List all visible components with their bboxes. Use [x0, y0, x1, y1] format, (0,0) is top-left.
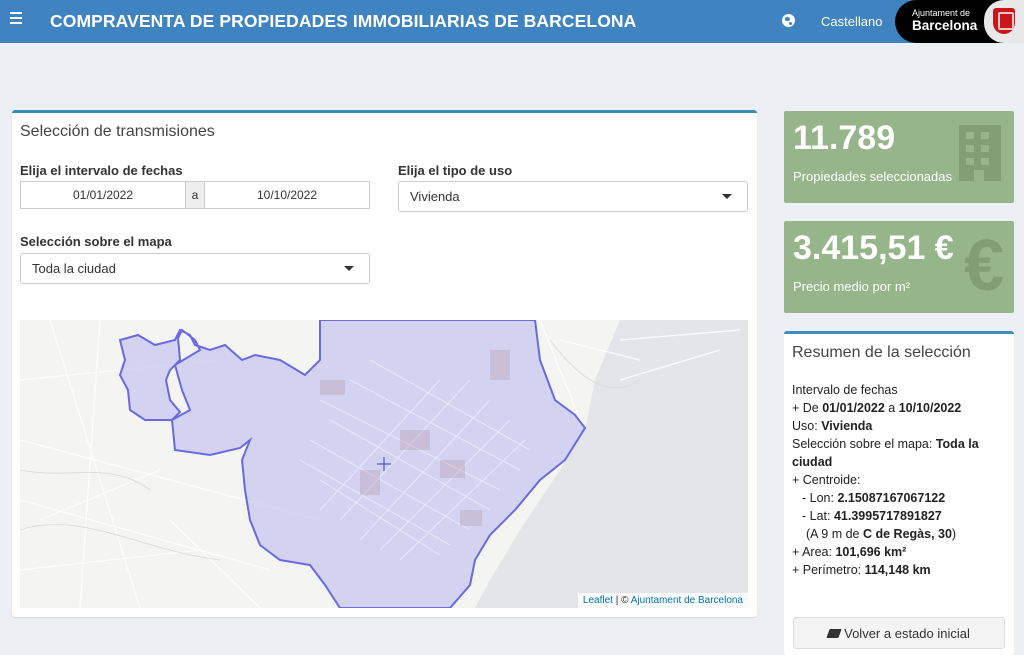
summary-panel: Resumen de la selección Intervalo de fec… [784, 331, 1014, 655]
summary-title: Resumen de la selección [792, 344, 971, 361]
page-title: COMPRAVENTA DE PROPIEDADES IMMOBILIARIAS… [50, 11, 637, 31]
reset-label: Volver a estado inicial [844, 625, 970, 641]
map-selection-label: Selección sobre el mapa [20, 234, 172, 249]
map-view[interactable]: Leaflet | © Ajuntament de Barcelona [20, 320, 748, 608]
lat-value: 41.3995717891827 [833, 509, 942, 523]
building-icon [959, 125, 1001, 181]
interval-range: + De 01/01/2022 a 10/10/2022 [792, 401, 962, 415]
date-range-label: Elija el intervalo de fechas [20, 163, 183, 178]
centroid-lat: - Lat: 41.3995717891827 [802, 509, 942, 523]
use-summary: Uso: Vivienda [792, 419, 873, 433]
date-to-input[interactable]: 10/10/2022 [205, 182, 369, 208]
selection-title: Selección de transmisiones [20, 123, 215, 140]
selection-panel: Selección de transmisiones Elija el inte… [12, 110, 757, 617]
centroid-address: (A 9 m de C de Regàs, 30) [806, 527, 957, 541]
map-canvas [20, 320, 748, 608]
map-selection-select[interactable]: Toda la ciudad [20, 253, 370, 284]
attribution-separator: | © [612, 595, 631, 606]
logo-big-text: Barcelona [912, 18, 978, 33]
perimeter-value: 114,148 km [864, 563, 931, 577]
top-navbar: COMPRAVENTA DE PROPIEDADES IMMOBILIARIAS… [0, 0, 1024, 43]
use-type-label: Elija el tipo de uso [398, 163, 513, 178]
date-separator: a [185, 182, 205, 208]
interval-from: 01/01/2022 [822, 401, 885, 415]
leaflet-link[interactable]: Leaflet [583, 595, 613, 606]
properties-stat-box: 11.789 Propiedades seleccionadas [784, 111, 1014, 203]
ajuntament-link[interactable]: Ajuntament de Barcelona [631, 595, 743, 606]
price-stat-box: 3.415,51 € Precio medio por m² € [784, 221, 1014, 313]
centroid-lon: - Lon: 2.15087167067122 [802, 491, 946, 505]
date-from-input[interactable]: 01/01/2022 [21, 182, 185, 208]
eraser-icon [826, 628, 842, 638]
caret-down-icon [344, 266, 354, 271]
summary-body: Intervalo de fechas + De 01/01/2022 a 10… [792, 381, 1007, 579]
address-value: C de Regàs, 30 [862, 527, 952, 541]
menu-icon[interactable] [10, 12, 22, 26]
lon-value: 2.15087167067122 [837, 491, 946, 505]
reset-button[interactable]: Volver a estado inicial [793, 617, 1005, 649]
average-price-label: Precio medio por m² [793, 279, 911, 294]
date-range-input: 01/01/2022 a 10/10/2022 [20, 181, 370, 209]
use-type-value: Vivienda [410, 189, 460, 204]
map-attribution: Leaflet | © Ajuntament de Barcelona [577, 593, 748, 608]
caret-down-icon [722, 194, 732, 199]
euro-icon: € [964, 226, 1005, 306]
shield-icon [984, 0, 1024, 43]
logo-small-text: Ajuntament de [912, 8, 971, 18]
interval-label: Intervalo de fechas [792, 383, 898, 397]
perimeter-summary: + Perímetro: 114,148 km [792, 563, 931, 577]
interval-to: 10/10/2022 [898, 401, 962, 415]
globe-icon[interactable] [782, 14, 795, 27]
use-type-select[interactable]: Vivienda [398, 181, 748, 212]
map-selection-value: Toda la ciudad [32, 261, 116, 276]
ajuntament-logo[interactable]: Ajuntament de Barcelona [895, 0, 1024, 43]
average-price: 3.415,51 € [793, 229, 954, 267]
language-selector[interactable]: Castellano [821, 14, 882, 29]
use-value: Vivienda [821, 419, 873, 433]
properties-count: 11.789 [793, 119, 896, 157]
map-selection-summary: Selección sobre el mapa: Toda la ciudad [792, 437, 979, 469]
properties-label: Propiedades seleccionadas [793, 169, 952, 184]
centroid-label: + Centroide: [792, 473, 861, 487]
area-summary: + Area: 101,696 km² [792, 545, 907, 559]
area-value: 101,696 km² [835, 545, 907, 559]
